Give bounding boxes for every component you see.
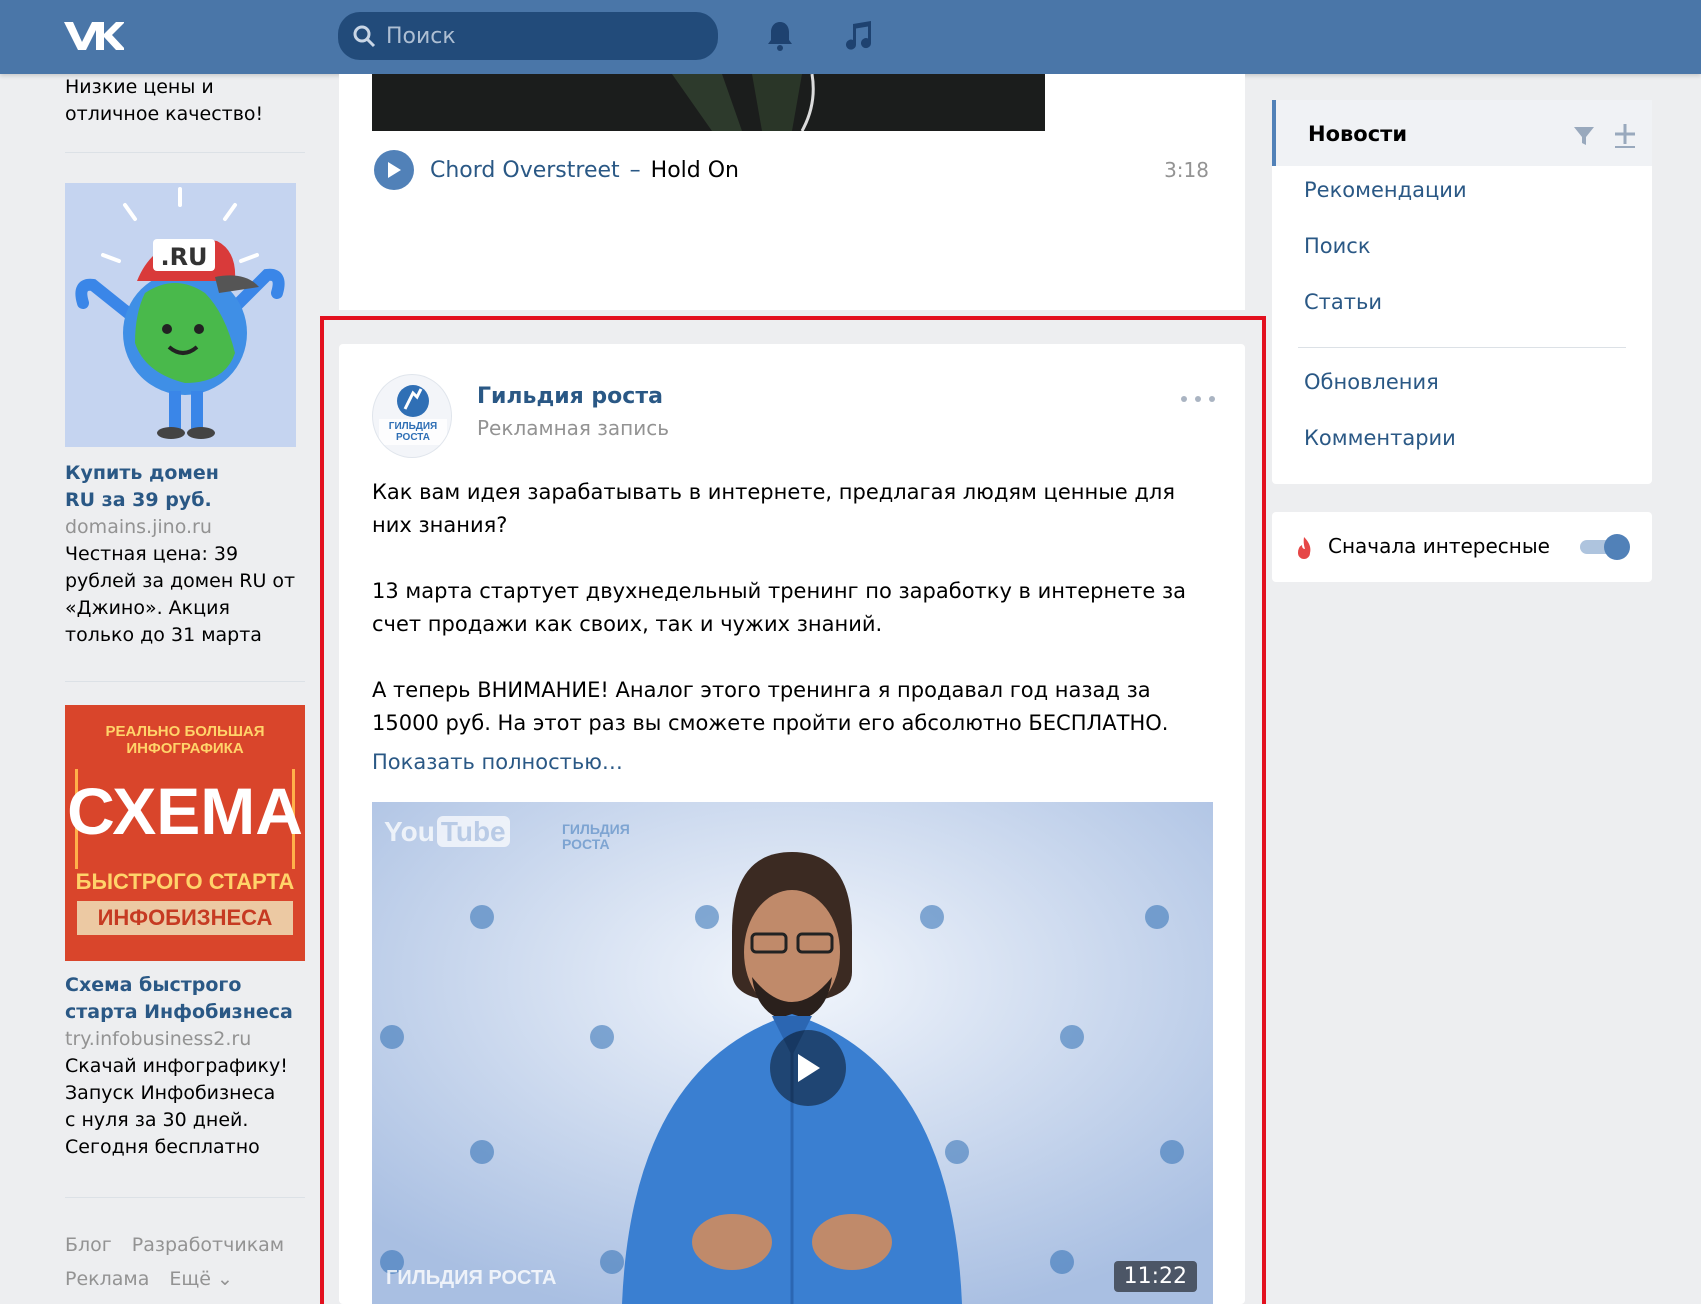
search-icon [353,25,376,48]
ad-domain-image[interactable]: .RU [65,183,296,447]
vk-logo-icon[interactable] [62,16,124,56]
search-box[interactable] [338,12,718,60]
menu-item-comments[interactable]: Комментарии [1304,426,1456,450]
toggle-switch[interactable] [1580,534,1630,560]
ad-image-main: СХЕМА [67,774,303,848]
footer-link-blog[interactable]: Блог [65,1234,112,1256]
play-icon [388,162,401,178]
left-column: Низкие цены и отличное качество! [65,74,310,153]
track-artist[interactable]: Chord Overstreet [430,158,620,183]
ad-image-line3: ИНФОБИЗНЕСА [77,901,293,935]
menu-item-search[interactable]: Поиск [1304,234,1371,258]
separator [1298,347,1626,348]
ad-infographic-info: Схема быстрого старта Инфобизнеса try.in… [65,972,315,1198]
track-separator: – [629,157,641,183]
bell-icon[interactable] [762,18,798,54]
toggle-label: Сначала интересные [1328,534,1550,558]
news-menu: Новости Рекомендации Поиск Статьи Обновл… [1272,100,1652,484]
globe-mascot-icon: .RU [75,187,285,439]
separator [65,1197,305,1198]
ad-domain: domains.jino.ru [65,516,212,538]
track-duration: 3:18 [1164,158,1209,182]
separator [65,681,305,682]
ad-description: Честная цена: 39 рублей за домен RU от «… [65,543,296,646]
ad-title-link[interactable]: Схема быстрого старта Инфобизнеса [65,972,315,1026]
footer-link-ads[interactable]: Реклама [65,1268,149,1290]
filter-icon[interactable] [1572,124,1596,148]
plus-icon[interactable] [1612,122,1638,148]
ad-title-link[interactable]: Купить домен RU за 39 руб. [65,460,245,514]
ad-image-toptext: РЕАЛЬНО БОЛЬШАЯ ИНФОГРАФИКА [105,723,265,757]
fire-icon [1298,537,1311,559]
audio-track[interactable]: Chord Overstreet – Hold On 3:18 [374,150,1209,190]
ad-infographic-image[interactable]: РЕАЛЬНО БОЛЬШАЯ ИНФОГРАФИКА СХЕМА БЫСТРО… [65,705,305,961]
previous-post: Chord Overstreet – Hold On 3:18 [339,74,1245,310]
top-header [0,0,1701,74]
track-title: Hold On [650,157,739,183]
interesting-first-toggle: Сначала интересные [1272,512,1652,582]
search-input[interactable] [386,23,686,49]
ad-domain-info: Купить домен RU за 39 руб. domains.jino.… [65,460,305,682]
menu-item-label: Новости [1308,122,1408,146]
ad-description: Скачай инфографику! Запуск Инфобизнеса с… [65,1055,288,1158]
menu-item-updates[interactable]: Обновления [1304,370,1439,394]
left-footer: Блог Разработчикам Реклама Ещё ⌄ [65,1228,325,1296]
highlight-frame [320,316,1266,1304]
ad-domain: try.infobusiness2.ru [65,1028,252,1050]
ad-image-label: .RU [160,243,207,271]
music-icon[interactable] [840,18,876,54]
music-cover-image [372,74,1045,131]
footer-link-more[interactable]: Ещё ⌄ [169,1268,233,1290]
footer-link-developers[interactable]: Разработчикам [132,1234,284,1256]
menu-item-articles[interactable]: Статьи [1304,290,1382,314]
ad-description: Низкие цены и отличное качество! [65,76,264,125]
audio-play-button[interactable] [374,150,414,190]
ad-image-line2: БЫСТРОГО СТАРТА [75,869,295,894]
separator [65,152,305,153]
menu-item-recommendations[interactable]: Рекомендации [1304,178,1467,202]
